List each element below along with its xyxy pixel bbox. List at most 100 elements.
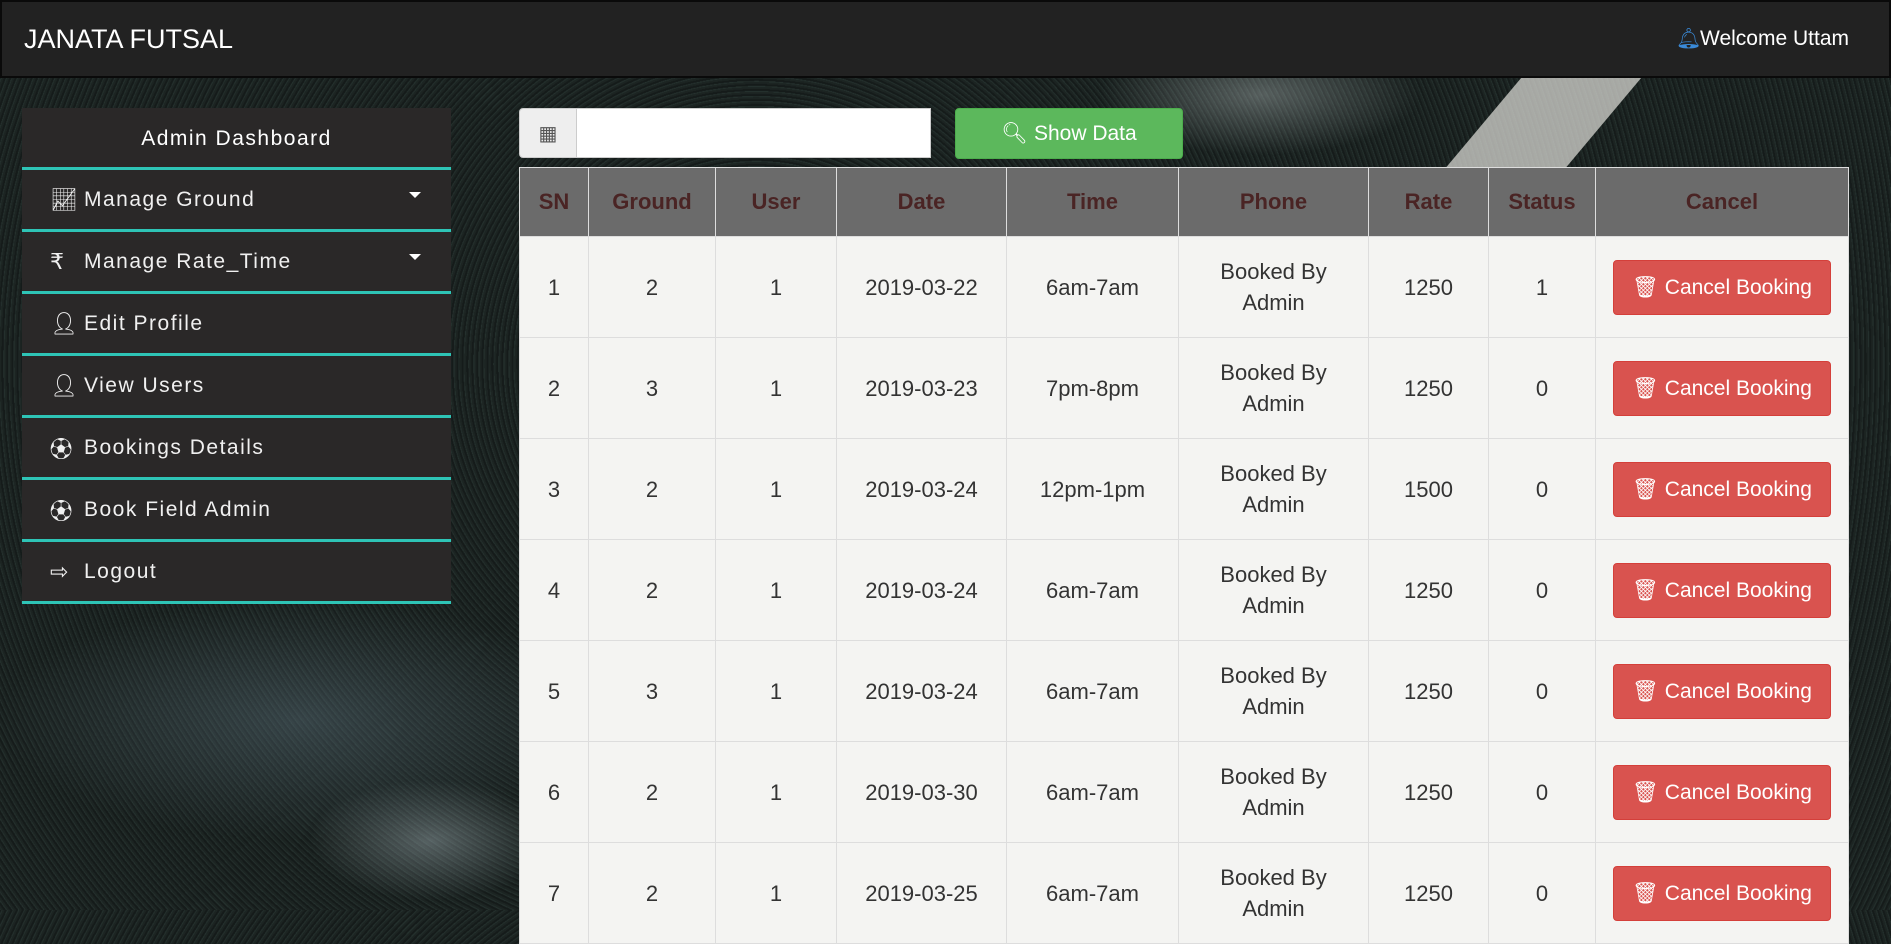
table-row: 3 2 1 2019-03-24 12pm-1pm Booked By Admin 1500…	[519, 438, 1849, 540]
calendar-icon[interactable]: ▦	[519, 108, 577, 158]
cell-sn: 6	[519, 741, 589, 843]
cell-status: 0	[1488, 842, 1596, 944]
cell-cancel: 🗑︎ Cancel Booking	[1595, 842, 1849, 944]
sidebar-item-edit-profile[interactable]: 👤︎ Edit Profile	[22, 294, 451, 356]
cell-user: 1	[715, 539, 837, 641]
trash-icon: 🗑︎	[1632, 578, 1659, 602]
table-row: 2 3 1 2019-03-23 7pm-8pm Booked By Admin 1250 0…	[519, 337, 1849, 439]
cell-rate: 1500	[1368, 438, 1489, 540]
table-row: 6 2 1 2019-03-30 6am-7am Booked By Admin 1250 0…	[519, 741, 1849, 843]
cell-time: 7pm-8pm	[1006, 337, 1179, 439]
cell-ground: 3	[588, 337, 716, 439]
cell-cancel: 🗑︎ Cancel Booking	[1595, 236, 1849, 338]
trash-icon: 🗑︎	[1632, 679, 1659, 703]
cell-user: 1	[715, 640, 837, 742]
cancel-booking-button[interactable]: 🗑︎ Cancel Booking	[1613, 663, 1831, 719]
welcome-user[interactable]: 🔔︎ Welcome Uttam	[1676, 27, 1849, 51]
cell-time: 6am-7am	[1006, 236, 1179, 338]
cell-phone: Booked By Admin	[1178, 741, 1369, 843]
sidebar-item-manage-rate-time[interactable]: ₹ Manage Rate_Time	[22, 232, 451, 294]
column-header-rate: Rate	[1368, 167, 1489, 237]
column-header-phone: Phone	[1178, 167, 1369, 237]
cell-rate: 1250	[1368, 741, 1489, 843]
cell-ground: 2	[588, 539, 716, 641]
sidebar-item-view-users[interactable]: 👤︎ View Users	[22, 356, 451, 418]
cancel-booking-button[interactable]: 🗑︎ Cancel Booking	[1613, 562, 1831, 618]
cell-date: 2019-03-24	[836, 640, 1007, 742]
cell-sn: 7	[519, 842, 589, 944]
table-row: 7 2 1 2019-03-25 6am-7am Booked By Admin 1250 0…	[519, 842, 1849, 944]
sidebar-item-label: Edit Profile	[84, 311, 204, 335]
cancel-booking-label: Cancel Booking	[1664, 679, 1812, 703]
cell-sn: 2	[519, 337, 589, 439]
bookings-table: SN Ground User Date Time Phone Rate Status Cance…	[519, 167, 1849, 944]
cell-date: 2019-03-22	[836, 236, 1007, 338]
cell-phone: Booked By Admin	[1178, 438, 1369, 540]
column-header-status: Status	[1488, 167, 1596, 237]
cell-phone: Booked By Admin	[1178, 842, 1369, 944]
cell-status: 0	[1488, 741, 1596, 843]
sidebar-item-logout[interactable]: ⇨ Logout	[22, 542, 451, 604]
user-icon: 👤︎	[50, 310, 80, 336]
cell-sn: 1	[519, 236, 589, 338]
cell-status: 0	[1488, 640, 1596, 742]
area-chart-icon: 📈︎	[50, 186, 80, 212]
cell-time: 6am-7am	[1006, 640, 1179, 742]
cancel-booking-button[interactable]: 🗑︎ Cancel Booking	[1613, 360, 1831, 416]
cell-status: 0	[1488, 438, 1596, 540]
cell-sn: 3	[519, 438, 589, 540]
soccer-ball-icon: ⚽︎	[50, 498, 74, 524]
cell-rate: 1250	[1368, 337, 1489, 439]
cell-sn: 5	[519, 640, 589, 742]
date-input[interactable]	[577, 108, 931, 158]
cell-status: 1	[1488, 236, 1596, 338]
sidebar-item-book-field-admin[interactable]: ⚽︎ Book Field Admin	[22, 480, 451, 542]
cell-rate: 1250	[1368, 842, 1489, 944]
rupee-icon: ₹	[50, 248, 66, 274]
caret-down-icon	[409, 254, 421, 260]
cell-user: 1	[715, 438, 837, 540]
table-row: 4 2 1 2019-03-24 6am-7am Booked By Admin 1250 0…	[519, 539, 1849, 641]
cell-date: 2019-03-30	[836, 741, 1007, 843]
cell-cancel: 🗑︎ Cancel Booking	[1595, 640, 1849, 742]
cancel-booking-label: Cancel Booking	[1664, 376, 1812, 400]
sidebar-item-bookings-details[interactable]: ⚽︎ Bookings Details	[22, 418, 451, 480]
cell-user: 1	[715, 236, 837, 338]
cell-rate: 1250	[1368, 539, 1489, 641]
cell-status: 0	[1488, 539, 1596, 641]
sidebar-item-label: Manage Ground	[84, 187, 256, 211]
cancel-booking-button[interactable]: 🗑︎ Cancel Booking	[1613, 865, 1831, 921]
cell-time: 6am-7am	[1006, 741, 1179, 843]
cell-cancel: 🗑︎ Cancel Booking	[1595, 438, 1849, 540]
sidebar-item-manage-ground[interactable]: 📈︎ Manage Ground	[22, 170, 451, 232]
cell-status: 0	[1488, 337, 1596, 439]
cell-phone: Booked By Admin	[1178, 236, 1369, 338]
cell-time: 6am-7am	[1006, 842, 1179, 944]
search-icon: 🔍︎	[1001, 121, 1028, 145]
date-filter: ▦	[519, 108, 931, 158]
sidebar-item-label: Logout	[84, 559, 158, 583]
soccer-ball-icon: ⚽︎	[50, 436, 74, 462]
show-data-button[interactable]: 🔍︎ Show Data	[955, 108, 1183, 159]
brand[interactable]: JANATA FUTSAL	[24, 24, 233, 55]
cell-phone: Booked By Admin	[1178, 539, 1369, 641]
cancel-booking-label: Cancel Booking	[1664, 881, 1812, 905]
cell-date: 2019-03-25	[836, 842, 1007, 944]
cell-cancel: 🗑︎ Cancel Booking	[1595, 539, 1849, 641]
cell-ground: 3	[588, 640, 716, 742]
cancel-booking-button[interactable]: 🗑︎ Cancel Booking	[1613, 764, 1831, 820]
column-header-sn: SN	[519, 167, 589, 237]
cancel-booking-button[interactable]: 🗑︎ Cancel Booking	[1613, 259, 1831, 315]
cell-user: 1	[715, 741, 837, 843]
table-row: 5 3 1 2019-03-24 6am-7am Booked By Admin 1250 0…	[519, 640, 1849, 742]
trash-icon: 🗑︎	[1632, 275, 1659, 299]
cell-ground: 2	[588, 438, 716, 540]
trash-icon: 🗑︎	[1632, 376, 1659, 400]
cell-phone: Booked By Admin	[1178, 337, 1369, 439]
cell-date: 2019-03-23	[836, 337, 1007, 439]
bell-icon: 🔔︎	[1676, 28, 1702, 50]
trash-icon: 🗑︎	[1632, 881, 1659, 905]
cell-ground: 2	[588, 236, 716, 338]
trash-icon: 🗑︎	[1632, 477, 1659, 501]
cancel-booking-button[interactable]: 🗑︎ Cancel Booking	[1613, 461, 1831, 517]
